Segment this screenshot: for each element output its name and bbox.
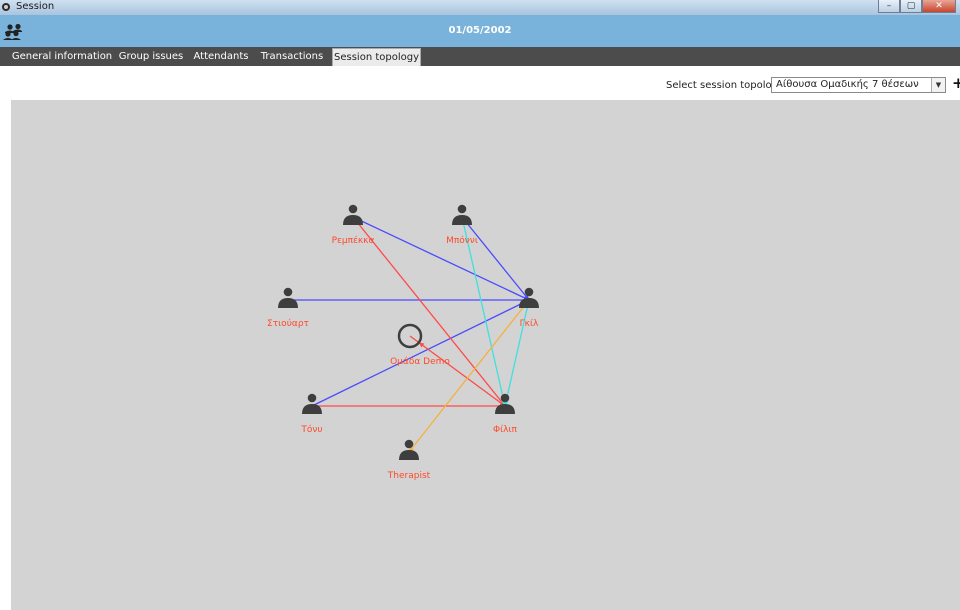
person-label-rebecca: Ρεμπέκκα <box>332 235 375 246</box>
person-therapist[interactable]: Therapist <box>387 439 431 481</box>
maximize-button[interactable]: ▢ <box>900 0 922 13</box>
tab-group-issues[interactable]: Group issues <box>118 47 184 66</box>
tab-session-topology[interactable]: Session topology <box>332 48 421 66</box>
person-rebecca[interactable]: Ρεμπέκκα <box>332 204 375 246</box>
close-button[interactable]: ✕ <box>922 0 956 13</box>
person-tony[interactable]: Τόνυ <box>300 393 323 435</box>
link-tony-gil <box>311 299 530 407</box>
group-label: Ομάδα Demo <box>390 357 450 367</box>
link-rebecca-gil <box>352 216 530 301</box>
tab-transactions[interactable]: Transactions <box>258 47 326 66</box>
person-label-stuart: Στιούαρτ <box>267 318 309 329</box>
window-controls: – ▢ ✕ <box>878 0 956 14</box>
window-title-bar[interactable]: Session – ▢ ✕ <box>0 0 960 15</box>
person-icon <box>343 204 363 225</box>
topology-select[interactable]: Αίθουσα Ομαδικής 7 θέσεων ▼ <box>771 77 946 93</box>
person-icon <box>302 393 322 414</box>
group-node[interactable]: Ομάδα Demo <box>390 323 450 367</box>
person-label-tony: Τόνυ <box>300 424 322 435</box>
chevron-down-icon[interactable]: ▼ <box>931 78 945 92</box>
minimize-button[interactable]: – <box>878 0 900 13</box>
links-layer <box>288 216 530 453</box>
person-icon <box>278 287 298 308</box>
session-date: 01/05/2002 <box>448 25 512 36</box>
tab-general-information[interactable]: General information <box>10 47 114 66</box>
session-header: 01/05/2002 <box>0 15 960 47</box>
topology-toolbar: Select session topology Αίθουσα Ομαδικής… <box>0 66 960 100</box>
topology-graph: Ομάδα Demo Ρεμπέκκα Μπόννι Στιούαρτ Γκίλ Τόν… <box>267 204 539 481</box>
person-label-gil: Γκίλ <box>520 319 539 329</box>
person-stuart[interactable]: Στιούαρτ <box>267 287 309 329</box>
add-topology-button[interactable]: + <box>952 75 960 91</box>
topology-select-value: Αίθουσα Ομαδικής 7 θέσεων <box>776 79 919 90</box>
person-bonnie[interactable]: Μπόννι <box>446 204 478 246</box>
window-title: Session <box>16 1 55 12</box>
tab-attendants[interactable]: Attendants <box>190 47 252 66</box>
topology-canvas[interactable]: Ομάδα Demo Ρεμπέκκα Μπόννι Στιούαρτ Γκίλ Τόν… <box>11 100 960 610</box>
link-philip-rebecca <box>352 216 506 407</box>
select-topology-label: Select session topology <box>666 80 784 91</box>
person-icon <box>452 204 472 225</box>
person-label-bonnie: Μπόννι <box>446 235 478 246</box>
person-label-philip: Φίλιπ <box>493 425 518 435</box>
person-label-therapist: Therapist <box>387 471 431 481</box>
app-icon <box>2 3 10 11</box>
tab-bar: General information Group issues Attenda… <box>0 47 960 66</box>
